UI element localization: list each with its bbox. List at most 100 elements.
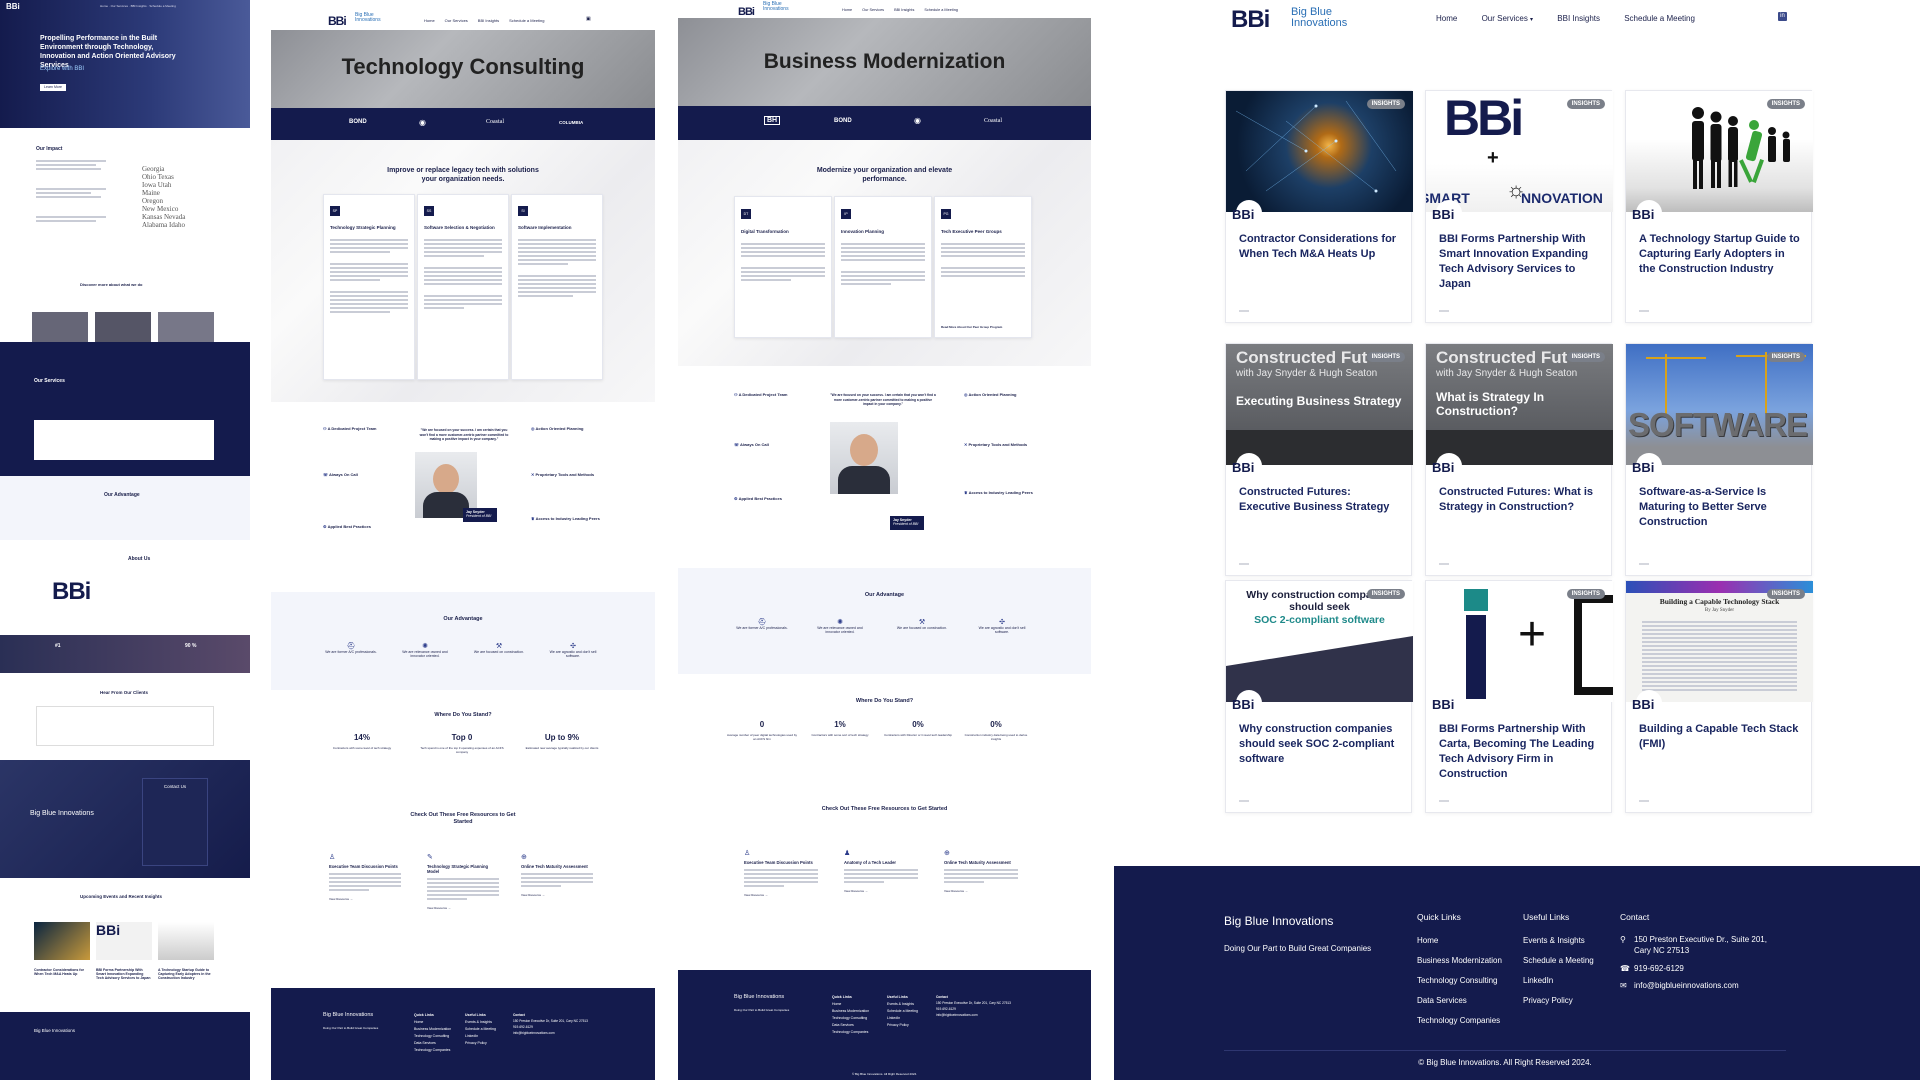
footer-brand: Big Blue Innovations xyxy=(34,1028,76,1033)
bm-res-1[interactable]: ♙ Executive Team Discussion Points View Re… xyxy=(744,842,818,897)
bm-nav-insights[interactable]: BBI Insights xyxy=(894,8,914,12)
tc-adv-3: ⚒ We are focused on construction. xyxy=(473,643,525,654)
bm-res-3[interactable]: ⊕ Online Tech Maturity Assessment View Res… xyxy=(944,842,1018,893)
event-img-3[interactable] xyxy=(158,922,214,960)
tc-res-2[interactable]: ✎ Technology Strategic Planning Model View… xyxy=(427,846,499,910)
tc-logo[interactable]: BBi Big Blue Innovations xyxy=(328,12,381,30)
logo[interactable]: BBi xyxy=(6,2,20,11)
footer-link-home[interactable]: Home xyxy=(1417,936,1502,945)
post-card[interactable]: SOFTWARE INSIGHTS BBi Software-as-a-Serv… xyxy=(1625,343,1813,576)
contact-form[interactable]: Contact Us xyxy=(142,778,208,866)
post-title[interactable]: Constructed Futures: Executive Business … xyxy=(1239,485,1404,515)
site-footer: Big Blue Innovations Doing Our Part to B… xyxy=(1114,866,1920,1080)
bm-nav-home[interactable]: Home xyxy=(842,8,852,12)
post-image: Building a Capable Technology Stack By J… xyxy=(1626,581,1813,702)
tc-res-1[interactable]: ♙ Executive Team Discussion Points View Re… xyxy=(329,846,401,901)
event-img-2[interactable]: BBi xyxy=(96,922,152,960)
tc-person-tag: Jay Snyder President of BBI xyxy=(463,508,497,522)
nav-bbi-insights[interactable]: BBI Insights xyxy=(1557,14,1600,23)
tc-card-2[interactable]: SS Software Selection & Negotiation xyxy=(417,194,509,380)
post-card[interactable]: Constructed Fut with Jay Snyder & Hugh S… xyxy=(1225,343,1413,576)
post-title[interactable]: Why construction companies should seek S… xyxy=(1239,722,1404,767)
post-title[interactable]: A Technology Startup Guide to Capturing … xyxy=(1639,232,1804,277)
event-title-2[interactable]: BBI Forms Partnership With Smart Innovat… xyxy=(96,968,152,980)
nav-our-services[interactable]: Our Services ▾ xyxy=(1482,14,1533,23)
post-image: Constructed Fut with Jay Snyder & Hugh S… xyxy=(1426,344,1613,465)
bm-card-3[interactable]: PG Tech Executive Peer Groups Read More … xyxy=(934,196,1032,338)
linkedin-icon[interactable]: in xyxy=(1778,12,1787,21)
event-title-1[interactable]: Contractor Considerations for When Tech … xyxy=(34,968,90,976)
discover-heading: Discover more about what we do xyxy=(80,282,143,287)
category-badge[interactable]: INSIGHTS xyxy=(1766,352,1805,362)
post-title[interactable]: Constructed Futures: What is Strategy in… xyxy=(1439,485,1604,515)
bm-copyright: © Big Blue Innovations. All Right Reserv… xyxy=(851,1072,918,1076)
clients-heading: Hear From Our Clients xyxy=(100,690,149,695)
category-badge[interactable]: INSIGHTS xyxy=(1566,589,1605,599)
footer-link-privacy[interactable]: Privacy Policy xyxy=(1523,996,1594,1005)
target-icon: ◎ xyxy=(531,426,535,431)
post-card[interactable]: BBi + SMART NNOVATION ☼ INSIGHTS BBi BBI… xyxy=(1425,90,1613,323)
category-badge[interactable]: INSIGHTS xyxy=(1366,352,1405,362)
tc-nav-schedule[interactable]: Schedule a Meeting xyxy=(509,18,544,23)
bm-card-1[interactable]: DT Digital Transformation xyxy=(734,196,832,338)
category-badge[interactable]: INSIGHTS xyxy=(1766,589,1805,599)
tc-res-3[interactable]: ⊕ Online Tech Maturity Assessment View Res… xyxy=(521,846,593,897)
post-card[interactable]: Why construction companies should seek S… xyxy=(1225,580,1413,813)
footer-useful-title: Useful Links xyxy=(1523,912,1570,922)
category-badge[interactable]: INSIGHTS xyxy=(1366,99,1405,109)
bm-card-2[interactable]: IP Innovation Planning xyxy=(834,196,932,338)
bulb-icon: ✺ xyxy=(422,643,428,650)
tc-nav: Home Our Services BBI Insights Schedule a M… xyxy=(424,18,555,23)
hero-button[interactable]: Learn More xyxy=(40,84,66,91)
nav-schedule-meeting[interactable]: Schedule a Meeting xyxy=(1624,14,1695,23)
post-card[interactable]: Constructed Fut with Jay Snyder & Hugh S… xyxy=(1425,343,1613,576)
footer-link-business-modernization[interactable]: Business Modernization xyxy=(1417,956,1502,965)
bm-resources-heading: Check Out These Free Resources to Get St… xyxy=(821,806,948,812)
tc-resources-heading: Check Out These Free Resources to Get St… xyxy=(410,812,516,825)
post-card[interactable]: + INSIGHTS BBi BBI Forms Partnership Wit… xyxy=(1425,580,1613,813)
category-badge[interactable]: INSIGHTS xyxy=(1566,99,1605,109)
stat-2: 90 % xyxy=(185,643,197,649)
nav-strip: Home · Our Services · BBI Insights · Sch… xyxy=(100,4,176,8)
footer-link-data-services[interactable]: Data Services xyxy=(1417,996,1502,1005)
bm-left-item-3: ⚙ Applied Best Practices xyxy=(734,496,782,501)
tc-nav-insights[interactable]: BBI Insights xyxy=(478,18,499,23)
post-card[interactable]: INSIGHTS BBi A Technology Startup Guide … xyxy=(1625,90,1813,323)
footer-link-technology-companies[interactable]: Technology Companies xyxy=(1417,1016,1502,1025)
tc-card-3[interactable]: SI Software Implementation xyxy=(511,194,603,380)
bm-nav-services[interactable]: Our Services xyxy=(862,8,884,12)
event-title-3[interactable]: A Technology Startup Guide to Capturing … xyxy=(158,968,214,980)
bm-res-2[interactable]: ♟ Anatomy of a Tech Leader View Resource → xyxy=(844,842,918,893)
tc-card-3-title: Software Implementation xyxy=(518,225,572,230)
bm-nav-schedule[interactable]: Schedule a Meeting xyxy=(924,8,958,12)
bm-stat-4: 0% Construction industry data being used … xyxy=(964,720,1028,741)
author-logo: BBi xyxy=(1632,207,1655,222)
nav-home[interactable]: Home xyxy=(1436,14,1457,23)
post-card[interactable]: Building a Capable Technology Stack By J… xyxy=(1625,580,1813,813)
tc-clients-strip: BOND ◉ Coastal COLUMBIA xyxy=(271,108,655,140)
category-badge[interactable]: INSIGHTS xyxy=(1766,99,1805,109)
tc-nav-services[interactable]: Our Services xyxy=(445,18,468,23)
post-title[interactable]: Building a Capable Tech Stack (FMI) xyxy=(1639,722,1804,752)
tc-nav-home[interactable]: Home xyxy=(424,18,435,23)
category-badge[interactable]: INSIGHTS xyxy=(1566,352,1605,362)
post-title[interactable]: BBI Forms Partnership With Carta, Becomi… xyxy=(1439,722,1604,782)
footer-phone[interactable]: ☎ 919-692-6129 xyxy=(1620,964,1780,973)
footer-link-technology-consulting[interactable]: Technology Consulting xyxy=(1417,976,1502,985)
event-img-1[interactable] xyxy=(34,922,90,960)
footer-email[interactable]: ✉ info@bigblueinnovations.com xyxy=(1620,981,1780,990)
bm-card-3-link[interactable]: Read More About Our Peer Group Program xyxy=(941,325,1002,329)
linkedin-icon[interactable]: ▣ xyxy=(586,16,591,22)
tc-stat-1: 14% Contractors with some level of tech s… xyxy=(332,733,392,750)
tc-card-1[interactable]: SP Technology Strategic Planning xyxy=(323,194,415,380)
post-title[interactable]: Software-as-a-Service Is Maturing to Bet… xyxy=(1639,485,1804,530)
footer-link-events[interactable]: Events & Insights xyxy=(1523,936,1594,945)
footer-link-linkedin[interactable]: LinkedIn xyxy=(1523,976,1594,985)
post-title[interactable]: Contractor Considerations for When Tech … xyxy=(1239,232,1404,262)
post-title[interactable]: BBI Forms Partnership With Smart Innovat… xyxy=(1439,232,1604,292)
insights-logo[interactable]: BBi Big Blue Innovations xyxy=(1231,6,1347,34)
category-badge[interactable]: INSIGHTS xyxy=(1366,589,1405,599)
post-card[interactable]: INSIGHTS BBi Contractor Considerations f… xyxy=(1225,90,1413,323)
bm-card-2-code: IP xyxy=(841,209,851,219)
footer-link-schedule[interactable]: Schedule a Meeting xyxy=(1523,956,1594,965)
